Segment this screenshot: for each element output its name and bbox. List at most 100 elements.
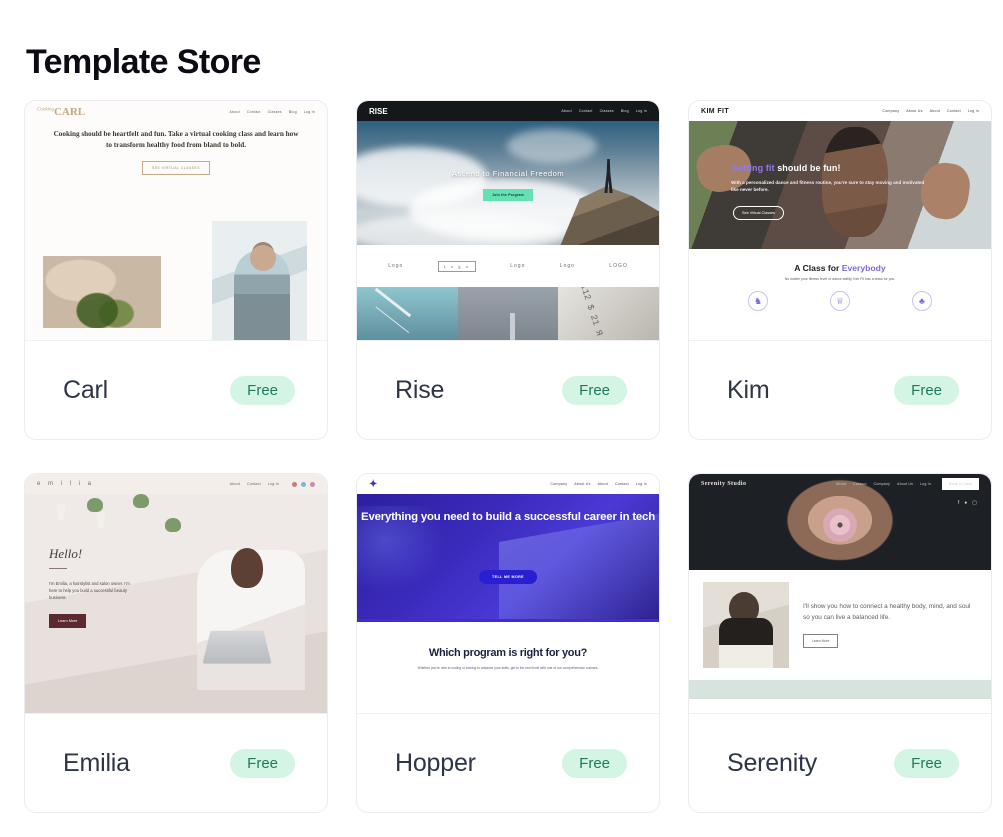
emilia-nav-links: About Contact Log In	[229, 481, 315, 487]
kim-nav-item: Company	[882, 109, 900, 113]
hopper-section-sub: Whether you're new to coding or looking …	[417, 666, 599, 670]
kim-section-title-plain: A Class for	[794, 263, 842, 273]
serenity-cta-button: Learn More	[803, 633, 839, 648]
plant-shape	[133, 494, 149, 508]
template-preview-hopper[interactable]: ✦ Company About Us About Contact Log In …	[357, 474, 659, 714]
kim-nav: KIM FIT Company About Us About Contact L…	[689, 101, 991, 121]
template-name: Emilia	[63, 748, 130, 777]
emilia-social-icons	[292, 481, 315, 487]
emilia-nav: e m i l i a About Contact Log In	[25, 474, 327, 494]
price-badge: Free	[894, 375, 959, 405]
template-card-carl[interactable]: CookingCARL About Contact Classes Blog L…	[24, 100, 328, 440]
template-card-serenity[interactable]: Serenity Studio About Contact Company Ab…	[688, 473, 992, 813]
template-preview-serenity[interactable]: Serenity Studio About Contact Company Ab…	[689, 474, 991, 714]
template-card-emilia[interactable]: e m i l i a About Contact Log In Hello! …	[24, 473, 328, 813]
hanging-pot	[56, 504, 66, 520]
carl-nav-item: Classes	[267, 110, 282, 114]
hopper-nav-item: About	[597, 482, 608, 486]
carl-site-preview: CookingCARL About Contact Classes Blog L…	[25, 101, 327, 340]
rise-brand-logo: RISE	[369, 106, 388, 116]
serenity-brand-logo: Serenity Studio	[701, 481, 747, 487]
rise-nav-links: About Contact Classes Blog Log In	[561, 109, 647, 113]
kim-subhead: With a personalized dance and fitness ro…	[731, 180, 925, 192]
carl-nav-item: Contact	[246, 110, 261, 114]
twitter-icon: ●	[964, 500, 968, 506]
template-name: Hopper	[395, 748, 476, 777]
emilia-nav-item: Contact	[247, 482, 261, 486]
kim-cta-button: See Virtual Classes	[733, 206, 785, 220]
rise-nav: RISE About Contact Classes Blog Log In	[357, 101, 659, 121]
serenity-social-icons: f ● ▢	[958, 500, 977, 506]
emilia-nav-item: Log In	[267, 482, 279, 486]
kim-brand-logo: KIM FIT	[701, 108, 729, 115]
template-card-kim[interactable]: KIM FIT Company About Us About Contact L…	[688, 100, 992, 440]
emilia-nav-item: About	[229, 482, 240, 486]
strength-icon: ♣	[912, 291, 932, 311]
strip-photo-numbers	[558, 287, 659, 340]
strip-photo-crane	[357, 287, 458, 340]
template-card-hopper[interactable]: ✦ Company About Us About Contact Log In …	[356, 473, 660, 813]
hopper-nav-item: Company	[550, 482, 568, 486]
serenity-intro-section: I'll show you how to connect a healthy b…	[689, 570, 991, 680]
template-preview-emilia[interactable]: e m i l i a About Contact Log In Hello! …	[25, 474, 327, 714]
rise-site-preview: RISE About Contact Classes Blog Log In A…	[357, 101, 659, 340]
serenity-nav-item: Contact	[853, 482, 867, 486]
rise-image-strip	[357, 287, 659, 340]
template-meta-kim: Kim Free	[689, 341, 991, 439]
hopper-nav-item: About Us	[574, 482, 591, 486]
serenity-nav-item: Log In	[920, 482, 931, 486]
template-meta-rise: Rise Free	[357, 341, 659, 439]
cloud-shape	[507, 129, 597, 163]
kim-headline: Getting fit should be fun!	[731, 163, 841, 173]
carl-hero: Cooking should be heartfelt and fun. Tak…	[51, 129, 301, 176]
kim-headline-rest: should be fun!	[774, 163, 841, 173]
partner-logo: Logo	[388, 263, 404, 269]
template-preview-rise[interactable]: RISE About Contact Classes Blog Log In A…	[357, 101, 659, 341]
template-meta-hopper: Hopper Free	[357, 714, 659, 812]
template-grid: CookingCARL About Contact Classes Blog L…	[24, 100, 992, 813]
instagram-icon	[310, 481, 315, 487]
carl-headline: Cooking should be heartfelt and fun. Tak…	[53, 130, 299, 150]
serenity-nav-item: About	[836, 482, 847, 486]
twitter-icon	[301, 481, 306, 487]
emilia-site-preview: e m i l i a About Contact Log In Hello! …	[25, 474, 327, 713]
template-name: Kim	[727, 375, 770, 404]
hopper-nav-links: Company About Us About Contact Log In	[550, 482, 647, 486]
serenity-portrait-photo	[703, 582, 789, 668]
price-badge: Free	[230, 375, 295, 405]
carl-brand-logo: CookingCARL	[37, 106, 85, 118]
hopper-section-title: Which program is right for you?	[428, 647, 588, 659]
rise-nav-item: Classes	[599, 109, 614, 113]
partner-logo: L o g o	[437, 260, 476, 272]
template-name: Serenity	[727, 748, 818, 777]
template-preview-carl[interactable]: CookingCARL About Contact Classes Blog L…	[25, 101, 327, 341]
template-card-rise[interactable]: RISE About Contact Classes Blog Log In A…	[356, 100, 660, 440]
rise-cta-button: Join the Program	[483, 189, 533, 201]
hopper-headline: Everything you need to build a successfu…	[361, 511, 655, 523]
serenity-nav-links: About Contact Company About Us Log In Bo…	[836, 478, 979, 490]
hopper-nav: ✦ Company About Us About Contact Log In	[357, 474, 659, 494]
dance-icon: ♞	[748, 291, 768, 311]
kim-headline-accent: Getting fit	[731, 163, 775, 173]
partner-logo: Logo	[510, 263, 526, 269]
serenity-site-preview: Serenity Studio About Contact Company Ab…	[689, 474, 991, 713]
kim-section-sub: No matter your fitness level or dance ab…	[784, 277, 896, 281]
kim-nav-item: Log In	[967, 109, 979, 113]
carl-nav-item: Blog	[288, 110, 297, 114]
serenity-nav: Serenity Studio About Contact Company Ab…	[689, 474, 991, 494]
carl-brand-prefix: Cooking	[37, 107, 54, 113]
template-name: Rise	[395, 375, 445, 404]
plant-shape	[87, 498, 103, 512]
rise-logo-strip: Logo L o g o Logo Logo LOGO	[357, 245, 659, 287]
carl-nav-item: About	[229, 110, 240, 114]
carl-nav: CookingCARL About Contact Classes Blog L…	[25, 101, 327, 123]
hanging-pot	[96, 512, 106, 528]
template-preview-kim[interactable]: KIM FIT Company About Us About Contact L…	[689, 101, 991, 341]
carl-cta-button: SEE VIRTUAL CLASSES	[142, 161, 210, 176]
partner-logo: LOGO	[609, 263, 628, 269]
emilia-hero-photo	[25, 494, 327, 713]
template-meta-emilia: Emilia Free	[25, 714, 327, 812]
kim-section-title: A Class for Everybody	[689, 263, 991, 273]
template-name: Carl	[63, 375, 109, 404]
carl-food-photo	[43, 256, 161, 328]
